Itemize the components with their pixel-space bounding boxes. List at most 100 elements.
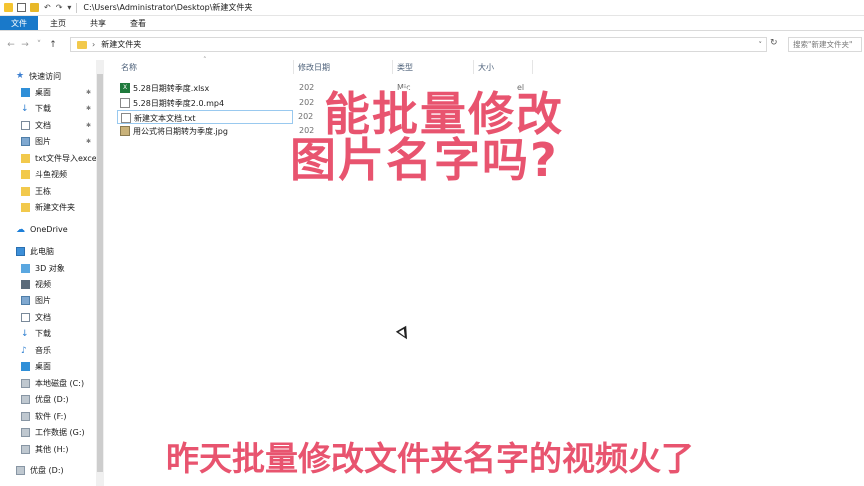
nav-item-label: 其他 (H:)	[35, 444, 69, 454]
nav-item-desktop-pc[interactable]: 桌面	[21, 359, 51, 373]
nav-item-this-pc[interactable]: 此电脑	[16, 244, 54, 258]
up-arrow-icon[interactable]: ↑	[46, 40, 60, 50]
folder-icon	[21, 186, 30, 196]
column-divider[interactable]	[392, 60, 393, 74]
pin-icon: ✱	[86, 138, 92, 145]
column-header-date[interactable]: 修改日期	[298, 62, 330, 73]
nav-item-quick-access[interactable]: ★ 快速访问	[16, 69, 61, 83]
nav-item-label: 视频	[35, 279, 51, 289]
nav-item-downloads[interactable]: ↓ 下载	[21, 101, 51, 115]
column-header-type[interactable]: 类型	[397, 62, 413, 73]
nav-item-label: 下载	[35, 103, 51, 113]
nav-item-videos[interactable]: 视频	[21, 277, 51, 291]
nav-item-wangdong[interactable]: 王栋	[21, 184, 51, 198]
nav-item-drive-d-root[interactable]: 优盘 (D:)	[16, 463, 64, 477]
file-date: 202	[299, 83, 315, 92]
pictures-icon	[21, 295, 30, 305]
video-icon	[21, 279, 30, 289]
nav-item-desktop[interactable]: 桌面	[21, 85, 51, 99]
refresh-icon[interactable]: ↻	[770, 38, 778, 48]
column-divider[interactable]	[473, 60, 474, 74]
nav-item-label: 新建文件夹	[35, 202, 75, 212]
pin-icon: ✱	[86, 105, 92, 112]
column-divider[interactable]	[293, 60, 294, 74]
nav-item-drive-d[interactable]: 优盘 (D:)	[21, 392, 69, 406]
nav-item-documents[interactable]: 文档	[21, 118, 51, 132]
nav-item-label: 图片	[35, 136, 51, 146]
caption-bottom: 昨天批量修改文件夹名字的视频火了	[166, 439, 694, 478]
drive-icon	[21, 427, 30, 437]
nav-item-label: 优盘 (D:)	[35, 394, 69, 404]
folder-icon[interactable]	[4, 3, 13, 12]
nav-item-douyu-video[interactable]: 斗鱼视频	[21, 167, 67, 181]
nav-item-downloads-pc[interactable]: ↓ 下载	[21, 326, 51, 340]
file-row-selected[interactable]: 新建文本文档.txt	[117, 110, 293, 124]
nav-item-txt-import[interactable]: txt文件导入excel	[21, 151, 96, 165]
tab-home[interactable]: 主页	[38, 16, 78, 30]
file-date: 202	[299, 98, 315, 107]
search-input[interactable]: 搜索"新建文件夹"	[788, 37, 862, 52]
undo-icon[interactable]: ↶	[44, 3, 51, 12]
nav-item-label: 下载	[35, 328, 51, 338]
nav-item-label: 本地磁盘 (C:)	[35, 378, 85, 388]
nav-item-pictures-pc[interactable]: 图片	[21, 293, 51, 307]
nav-item-drive-g[interactable]: 工作数据 (G:)	[21, 425, 85, 439]
back-arrow-icon[interactable]: ←	[4, 40, 18, 50]
tab-view[interactable]: 查看	[118, 16, 158, 30]
nav-item-music[interactable]: ♪ 音乐	[21, 343, 51, 357]
nav-item-label: 斗鱼视频	[35, 169, 67, 179]
nav-item-pictures[interactable]: 图片	[21, 134, 51, 148]
file-name: 5.28日期转季度.xlsx	[133, 84, 210, 93]
tab-file[interactable]: 文件	[0, 16, 38, 30]
file-name: 用公式将日期转为季度.jpg	[133, 127, 228, 136]
drive-icon	[21, 378, 30, 388]
address-dropdown-icon[interactable]: ˅	[759, 41, 763, 49]
download-icon: ↓	[21, 328, 29, 339]
nav-item-onedrive[interactable]: ☁ OneDrive	[16, 222, 68, 236]
breadcrumb-chevron-icon[interactable]: ›	[92, 40, 95, 49]
nav-scrollbar-thumb[interactable]	[97, 74, 103, 472]
drive-icon	[21, 411, 30, 421]
address-row: ← → ˅ ↑ › 新建文件夹 ˅ ↻ 搜索"新建文件夹"	[0, 34, 864, 56]
tab-share[interactable]: 共享	[78, 16, 118, 30]
window-title: C:\Users\Administrator\Desktop\新建文件夹	[83, 3, 253, 12]
nav-item-new-folder[interactable]: 新建文件夹	[21, 200, 75, 214]
nav-item-label: OneDrive	[30, 224, 68, 234]
folder-icon	[21, 153, 30, 163]
forward-arrow-icon[interactable]: →	[18, 40, 32, 50]
redo-icon[interactable]: ↷	[56, 3, 63, 12]
download-icon: ↓	[21, 103, 29, 114]
nav-item-label: 优盘 (D:)	[30, 465, 64, 475]
folder-icon	[21, 169, 30, 179]
music-icon: ♪	[21, 345, 27, 356]
properties-icon[interactable]	[17, 3, 26, 12]
divider	[76, 2, 78, 13]
new-folder-icon[interactable]	[30, 3, 39, 12]
nav-item-drive-h[interactable]: 其他 (H:)	[21, 442, 69, 456]
cloud-icon: ☁	[16, 224, 25, 235]
customize-quick-access-icon[interactable]: ▾	[67, 3, 71, 12]
nav-item-label: 快速访问	[29, 71, 62, 81]
nav-item-label: 软件 (F:)	[35, 411, 67, 421]
drive-icon	[16, 465, 25, 475]
document-icon	[21, 120, 30, 130]
nav-item-label: 王栋	[35, 186, 51, 196]
column-header-name[interactable]: 名称	[121, 62, 137, 73]
nav-item-3d-objects[interactable]: 3D 对象	[21, 261, 65, 275]
nav-item-label: 图片	[35, 295, 51, 305]
desktop-icon	[21, 87, 30, 97]
column-divider[interactable]	[532, 60, 533, 74]
drive-icon	[21, 444, 30, 454]
nav-item-label: 3D 对象	[35, 263, 65, 273]
column-header-size[interactable]: 大小	[478, 62, 494, 73]
title-bar: ↶ ↷ ▾ C:\Users\Administrator\Desktop\新建文…	[0, 0, 864, 16]
nav-item-documents-pc[interactable]: 文档	[21, 310, 51, 324]
nav-item-drive-c[interactable]: 本地磁盘 (C:)	[21, 376, 84, 390]
recent-locations-chevron-icon[interactable]: ˅	[32, 40, 46, 50]
breadcrumb-current[interactable]: 新建文件夹	[101, 39, 141, 50]
address-bar[interactable]: › 新建文件夹 ˅	[70, 37, 767, 52]
computer-icon	[16, 246, 25, 256]
pin-icon: ✱	[86, 122, 92, 129]
nav-item-label: 工作数据 (G:)	[35, 427, 85, 437]
nav-item-drive-f[interactable]: 软件 (F:)	[21, 409, 66, 423]
